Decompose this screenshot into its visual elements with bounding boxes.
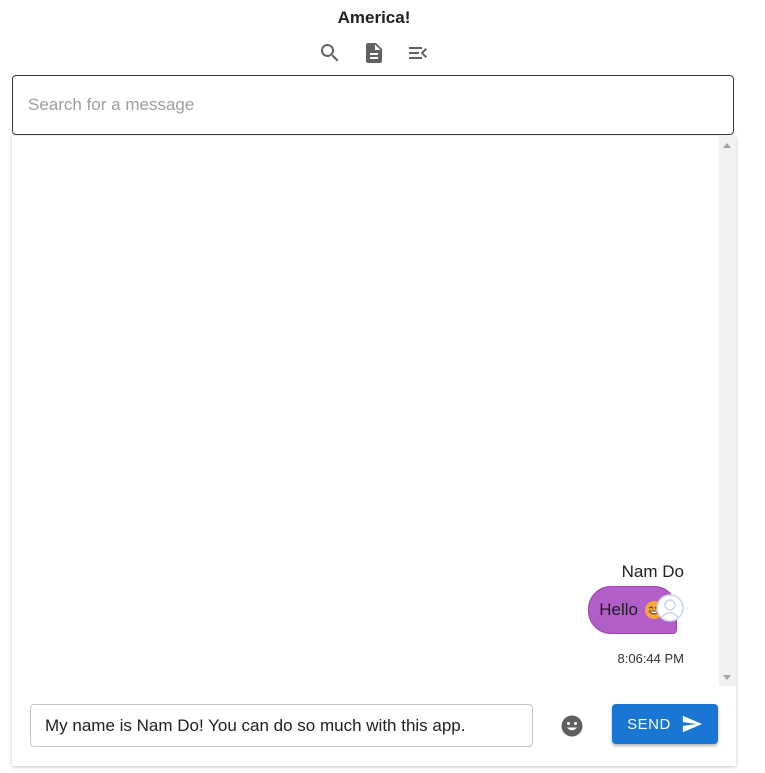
message-text: Hello bbox=[599, 600, 638, 619]
message-list-scrollbar[interactable] bbox=[719, 136, 736, 686]
scroll-down-arrow-icon[interactable] bbox=[723, 675, 731, 680]
message-sender-name: Nam Do bbox=[621, 562, 684, 581]
message-timestamp: 8:06:44 PM bbox=[617, 651, 685, 666]
chat-title: America! bbox=[337, 8, 411, 27]
emoji-picker-icon[interactable] bbox=[560, 714, 584, 738]
search-icon[interactable] bbox=[317, 40, 343, 66]
send-button-label: SEND bbox=[627, 715, 671, 733]
send-button[interactable]: SEND bbox=[612, 704, 718, 744]
message-list[interactable]: Nam Do Hello 8:06:44 PM bbox=[12, 136, 718, 686]
chat-toolbar bbox=[0, 40, 748, 66]
message-search-field[interactable] bbox=[12, 75, 734, 135]
menu-open-icon[interactable] bbox=[405, 40, 431, 66]
scroll-up-arrow-icon[interactable] bbox=[723, 143, 731, 148]
send-icon bbox=[682, 715, 702, 733]
avatar[interactable] bbox=[656, 594, 684, 622]
search-input[interactable] bbox=[13, 76, 733, 134]
chat-panel: Nam Do Hello 8:06:44 PM My name is Nam D… bbox=[12, 136, 736, 766]
message-input-field[interactable] bbox=[30, 704, 533, 747]
message-input[interactable] bbox=[31, 705, 532, 746]
document-icon[interactable] bbox=[361, 40, 387, 66]
